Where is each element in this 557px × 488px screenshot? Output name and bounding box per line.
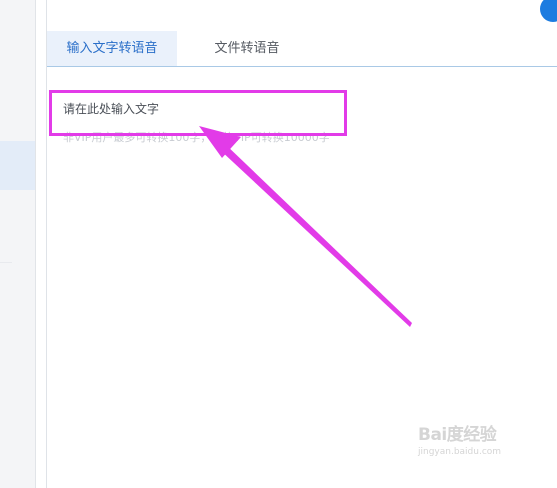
annotation-arrow-shaft	[219, 143, 412, 327]
annotation-arrow	[199, 126, 412, 327]
watermark-logo: Bai度经验	[418, 425, 497, 445]
watermark-url: jingyan.baidu.com	[418, 447, 502, 457]
annotation-arrow-head	[199, 126, 241, 158]
baidu-jingyan-watermark: Bai度经验 jingyan.baidu.com	[418, 420, 548, 472]
